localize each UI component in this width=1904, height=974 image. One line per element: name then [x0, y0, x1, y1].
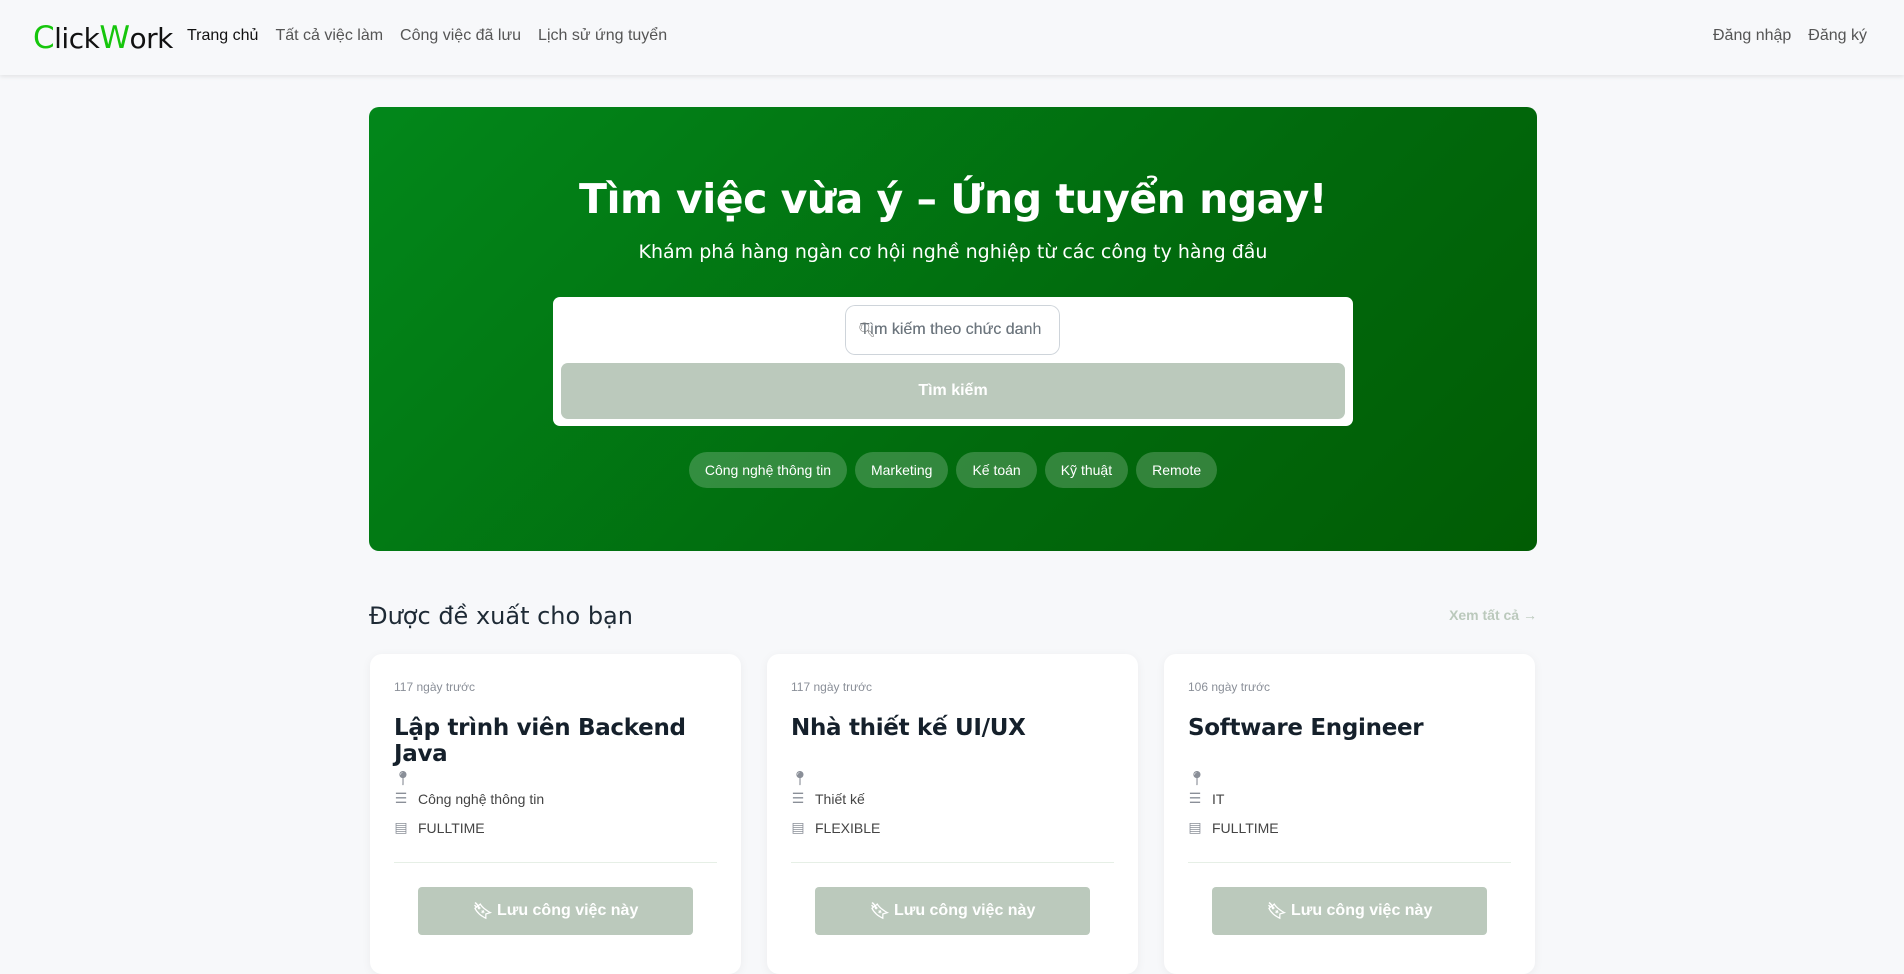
posted-date: 106 ngày trước	[1188, 680, 1270, 694]
nav-saved-jobs[interactable]: Công việc đã lưu	[400, 27, 521, 45]
save-job-button[interactable]: 🔖︎ Lưu công việc này	[418, 887, 693, 935]
posted-date: 117 ngày trước	[394, 680, 476, 694]
location-row: 📍︎	[1188, 770, 1212, 787]
save-job-button[interactable]: 🔖︎ Lưu công việc này	[815, 887, 1090, 935]
nav-application-history[interactable]: Lịch sử ứng tuyển	[538, 27, 667, 45]
location-row: 📍︎	[394, 770, 418, 787]
bookmark-icon: 🔖︎	[472, 903, 493, 920]
posted-date: 117 ngày trước	[791, 680, 873, 694]
map-pin-icon: 📍︎	[1188, 770, 1206, 786]
divider	[394, 862, 717, 863]
register-link[interactable]: Đăng ký	[1808, 27, 1867, 45]
nav-all-jobs[interactable]: Tất cả việc làm	[275, 27, 383, 45]
job-type-row: ▤ FULLTIME	[1188, 819, 1279, 836]
briefcase-icon: ▤	[791, 819, 805, 835]
list-icon: ☰	[394, 790, 408, 806]
map-pin-icon: 📍︎	[394, 770, 412, 786]
search-button[interactable]: Tìm kiếm	[561, 363, 1345, 419]
job-type-row: ▤ FULLTIME	[394, 819, 485, 836]
category-row: ☰ Công nghệ thông tin	[394, 790, 545, 807]
chip-marketing[interactable]: Marketing	[854, 452, 949, 488]
hero-subtitle: Khám phá hàng ngàn cơ hội nghề nghiệp từ…	[638, 241, 1268, 263]
list-icon: ☰	[1188, 790, 1202, 806]
section-title: Được đề xuất cho bạn	[369, 602, 633, 630]
job-type-row: ▤ FLEXIBLE	[791, 819, 881, 836]
arrow-right-icon: →	[1523, 607, 1537, 623]
list-icon: ☰	[791, 790, 805, 806]
briefcase-icon: ▤	[1188, 819, 1202, 835]
job-title[interactable]: Nhà thiết kế UI/UX	[791, 715, 1026, 741]
chip-accounting[interactable]: Kế toán	[956, 452, 1037, 488]
bookmark-icon: 🔖︎	[869, 903, 890, 920]
search-field: m kiếm theo chức dar 🔍︎	[845, 305, 1060, 355]
category-chips: Công nghệ thông tin Marketing Kế toán Kỹ…	[369, 452, 1537, 488]
briefcase-icon: ▤	[394, 819, 408, 835]
auth-links: Đăng nhập Đăng ký	[1713, 27, 1867, 45]
divider	[791, 862, 1114, 863]
bookmark-icon: 🔖︎	[1266, 903, 1287, 920]
job-card[interactable]: 117 ngày trước Lập trình viên Backend Ja…	[370, 654, 741, 974]
category-row: ☰ Thiết kế	[791, 790, 865, 807]
chip-remote[interactable]: Remote	[1136, 452, 1218, 488]
top-navbar: ClickWork Trang chủ Tất cả việc làm Công…	[0, 0, 1904, 75]
search-input[interactable]	[845, 305, 1060, 355]
see-all-link[interactable]: Xem tất cả →	[1449, 607, 1537, 623]
hero-banner: Tìm việc vừa ý – Ứng tuyển ngay! Khám ph…	[369, 107, 1537, 551]
nav-home[interactable]: Trang chủ	[187, 27, 258, 45]
chip-it[interactable]: Công nghệ thông tin	[688, 452, 847, 488]
save-job-button[interactable]: 🔖︎ Lưu công việc này	[1212, 887, 1487, 935]
job-title[interactable]: Lập trình viên Backend Java	[394, 715, 741, 767]
main-nav: Trang chủ Tất cả việc làm Công việc đã l…	[187, 27, 667, 45]
job-title[interactable]: Software Engineer	[1188, 715, 1424, 741]
job-card[interactable]: 117 ngày trước Nhà thiết kế UI/UX 📍︎ ☰ Th…	[767, 654, 1138, 974]
category-row: ☰ IT	[1188, 790, 1225, 807]
hero-title: Tìm việc vừa ý – Ứng tuyển ngay!	[578, 175, 1328, 223]
map-pin-icon: 📍︎	[791, 770, 809, 786]
chip-engineering[interactable]: Kỹ thuật	[1044, 452, 1129, 488]
job-card[interactable]: 106 ngày trước Software Engineer 📍︎ ☰ IT …	[1164, 654, 1535, 974]
logo[interactable]: ClickWork	[33, 20, 173, 56]
divider	[1188, 862, 1511, 863]
search-box: m kiếm theo chức dar 🔍︎ Tìm kiếm	[553, 297, 1353, 426]
location-row: 📍︎	[791, 770, 815, 787]
login-link[interactable]: Đăng nhập	[1713, 27, 1791, 45]
